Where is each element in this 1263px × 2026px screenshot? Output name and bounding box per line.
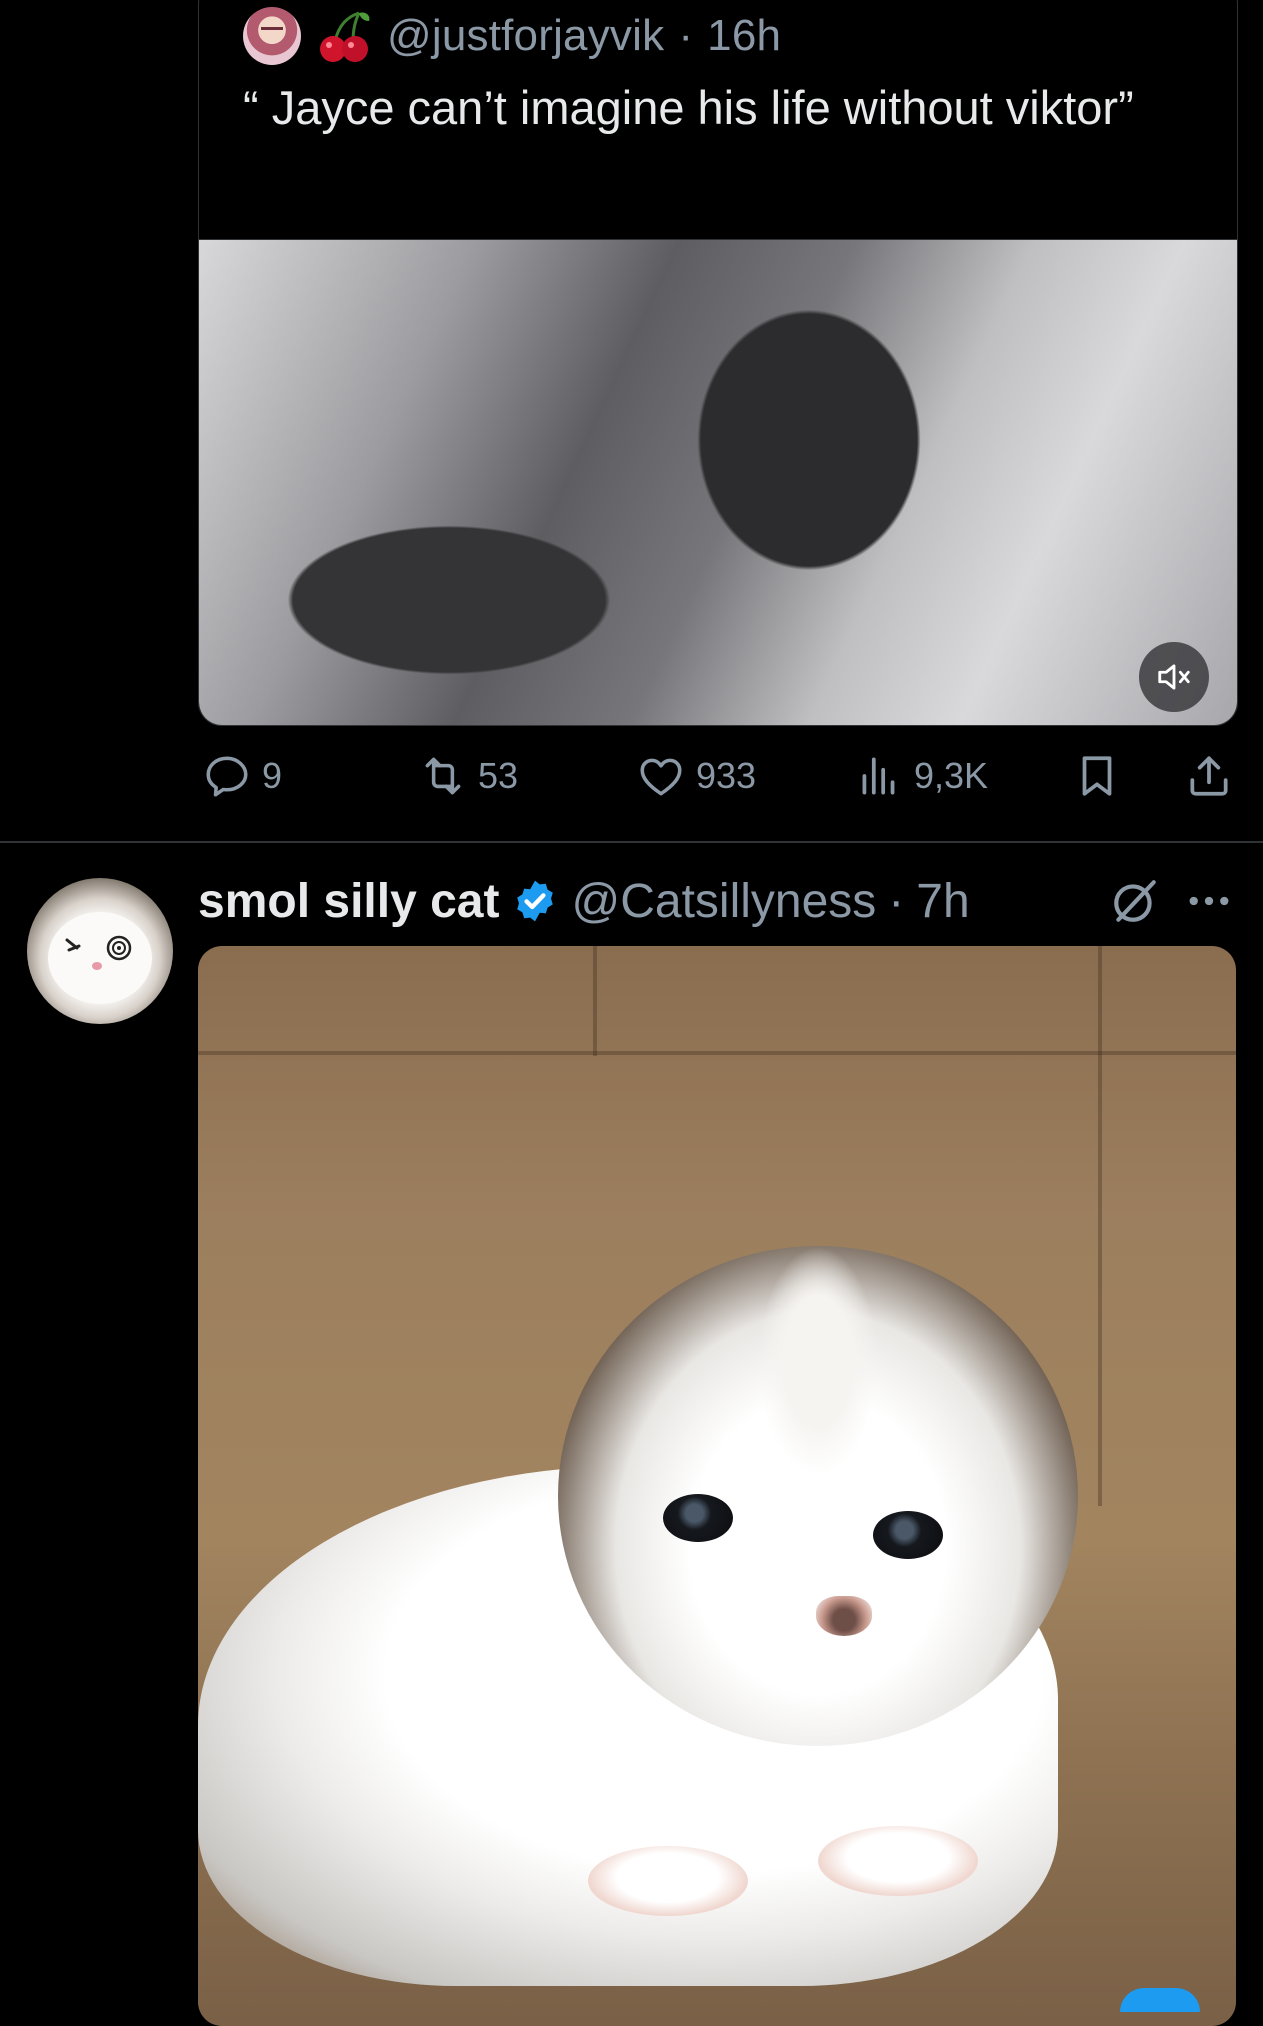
cherry-icon [315, 7, 373, 65]
like-button[interactable]: 933 [636, 744, 756, 808]
avatar-kitten-image [48, 912, 152, 1004]
separator-dot: · [678, 11, 694, 60]
box-fold [593, 946, 597, 1056]
quoted-tweet-time[interactable]: 16h [707, 11, 781, 61]
reply-count: 9 [262, 755, 283, 796]
bookmark-icon [1082, 756, 1112, 796]
repost-button[interactable]: 53 [418, 744, 518, 808]
display-name[interactable]: smol silly cat [198, 874, 499, 929]
avatar[interactable] [27, 878, 173, 1024]
kitten-eye [873, 1511, 943, 1559]
kitten-paw [818, 1826, 978, 1896]
quoted-tweet-handle[interactable]: @justforjayvik [387, 11, 664, 61]
views-icon [862, 757, 895, 795]
reply-button[interactable]: 9 [202, 744, 282, 808]
verified-icon[interactable] [511, 877, 559, 925]
bookmark-button[interactable] [1072, 744, 1122, 808]
quoted-tweet-card[interactable]: @justforjayvik · 16h “ Jayce can’t imagi… [198, 0, 1238, 726]
views-count: 9,3K [914, 755, 989, 796]
reply-icon [206, 756, 248, 797]
repost-icon [425, 757, 461, 795]
repost-count: 53 [478, 755, 519, 796]
grok-icon[interactable] [1110, 876, 1160, 926]
kitten-paw [588, 1846, 748, 1916]
views-button[interactable]: 9,3K [854, 744, 988, 808]
mute-icon [1158, 664, 1190, 690]
share-button[interactable] [1184, 744, 1234, 808]
quoted-tweet-video[interactable] [199, 239, 1237, 725]
tweet-image[interactable] [198, 946, 1236, 2026]
kitten-stripe [758, 1246, 878, 1476]
quoted-tweet-text: “ Jayce can’t imagine his life without v… [243, 81, 1134, 134]
mute-button[interactable] [1139, 642, 1209, 712]
quoted-tweet-header: @justforjayvik · 16h [243, 5, 781, 67]
more-icon[interactable] [1184, 880, 1234, 922]
avatar[interactable] [243, 7, 301, 65]
tweet-header: smol silly cat @Catsillyness · 7h [198, 868, 970, 934]
tweet-action-bar: 9 53 933 9,3K [198, 744, 1238, 808]
kitten-eye [663, 1494, 733, 1542]
compose-button[interactable] [1120, 1988, 1200, 2012]
box-fold [1098, 946, 1102, 1506]
like-count: 933 [696, 755, 757, 796]
kitten-nose [816, 1596, 872, 1636]
separator-dot: · [888, 874, 905, 928]
share-icon [1190, 756, 1228, 796]
tweet-divider [0, 841, 1263, 843]
like-icon [640, 758, 682, 796]
tweet-handle[interactable]: @Catsillyness [571, 874, 876, 929]
tweet-time[interactable]: 7h [916, 874, 969, 929]
box-fold [198, 1051, 1236, 1055]
